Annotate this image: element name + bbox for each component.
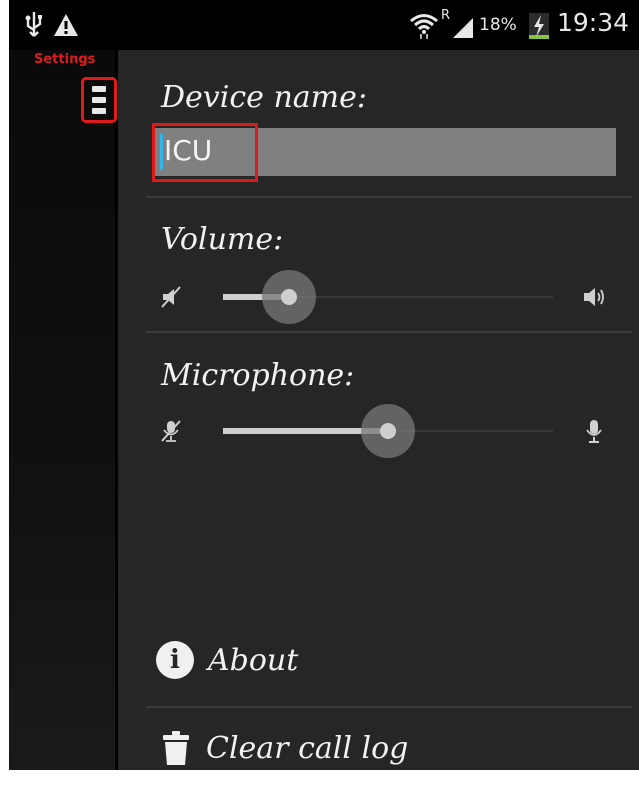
battery-percent: 18% xyxy=(479,15,517,35)
divider xyxy=(146,196,632,198)
about-button[interactable]: i About xyxy=(156,638,298,682)
volume-label: Volume: xyxy=(161,222,284,257)
volume-slider-row xyxy=(118,266,639,326)
volume-slider-thumb[interactable] xyxy=(262,270,316,324)
signal-icon xyxy=(453,18,473,38)
battery-charging-icon xyxy=(529,13,549,39)
settings-menu-button[interactable] xyxy=(81,77,117,123)
device-name-label: Device name: xyxy=(161,80,367,115)
mic-icon xyxy=(586,420,602,443)
clock: 19:34 xyxy=(557,8,630,37)
microphone-label: Microphone: xyxy=(161,358,355,393)
menu-icon xyxy=(92,86,106,114)
warning-icon xyxy=(54,14,78,36)
clear-call-log-label: Clear call log xyxy=(206,730,409,766)
device-name-highlight xyxy=(152,123,258,182)
divider xyxy=(146,706,632,708)
status-bar: R 18% 19:34 xyxy=(9,0,639,50)
mute-icon xyxy=(161,286,181,308)
navigation-drawer-strip xyxy=(9,50,115,770)
wifi-icon xyxy=(410,14,438,39)
usb-icon xyxy=(25,12,42,37)
speaker-icon xyxy=(584,288,604,306)
phone-screen: R 18% 19:34 Settings Device name: ICU Vo… xyxy=(9,0,639,770)
clear-call-log-button[interactable]: Clear call log xyxy=(162,726,408,770)
settings-label: Settings xyxy=(34,52,96,67)
roaming-indicator: R xyxy=(441,8,451,23)
microphone-slider-row xyxy=(118,400,639,460)
microphone-slider-thumb[interactable] xyxy=(361,404,415,458)
info-icon: i xyxy=(156,641,194,679)
settings-panel: Device name: ICU Volume: Microphone: i A… xyxy=(118,50,639,770)
trash-icon xyxy=(163,731,189,765)
about-label: About xyxy=(208,642,299,678)
mic-off-icon xyxy=(161,420,181,442)
divider xyxy=(146,331,632,333)
